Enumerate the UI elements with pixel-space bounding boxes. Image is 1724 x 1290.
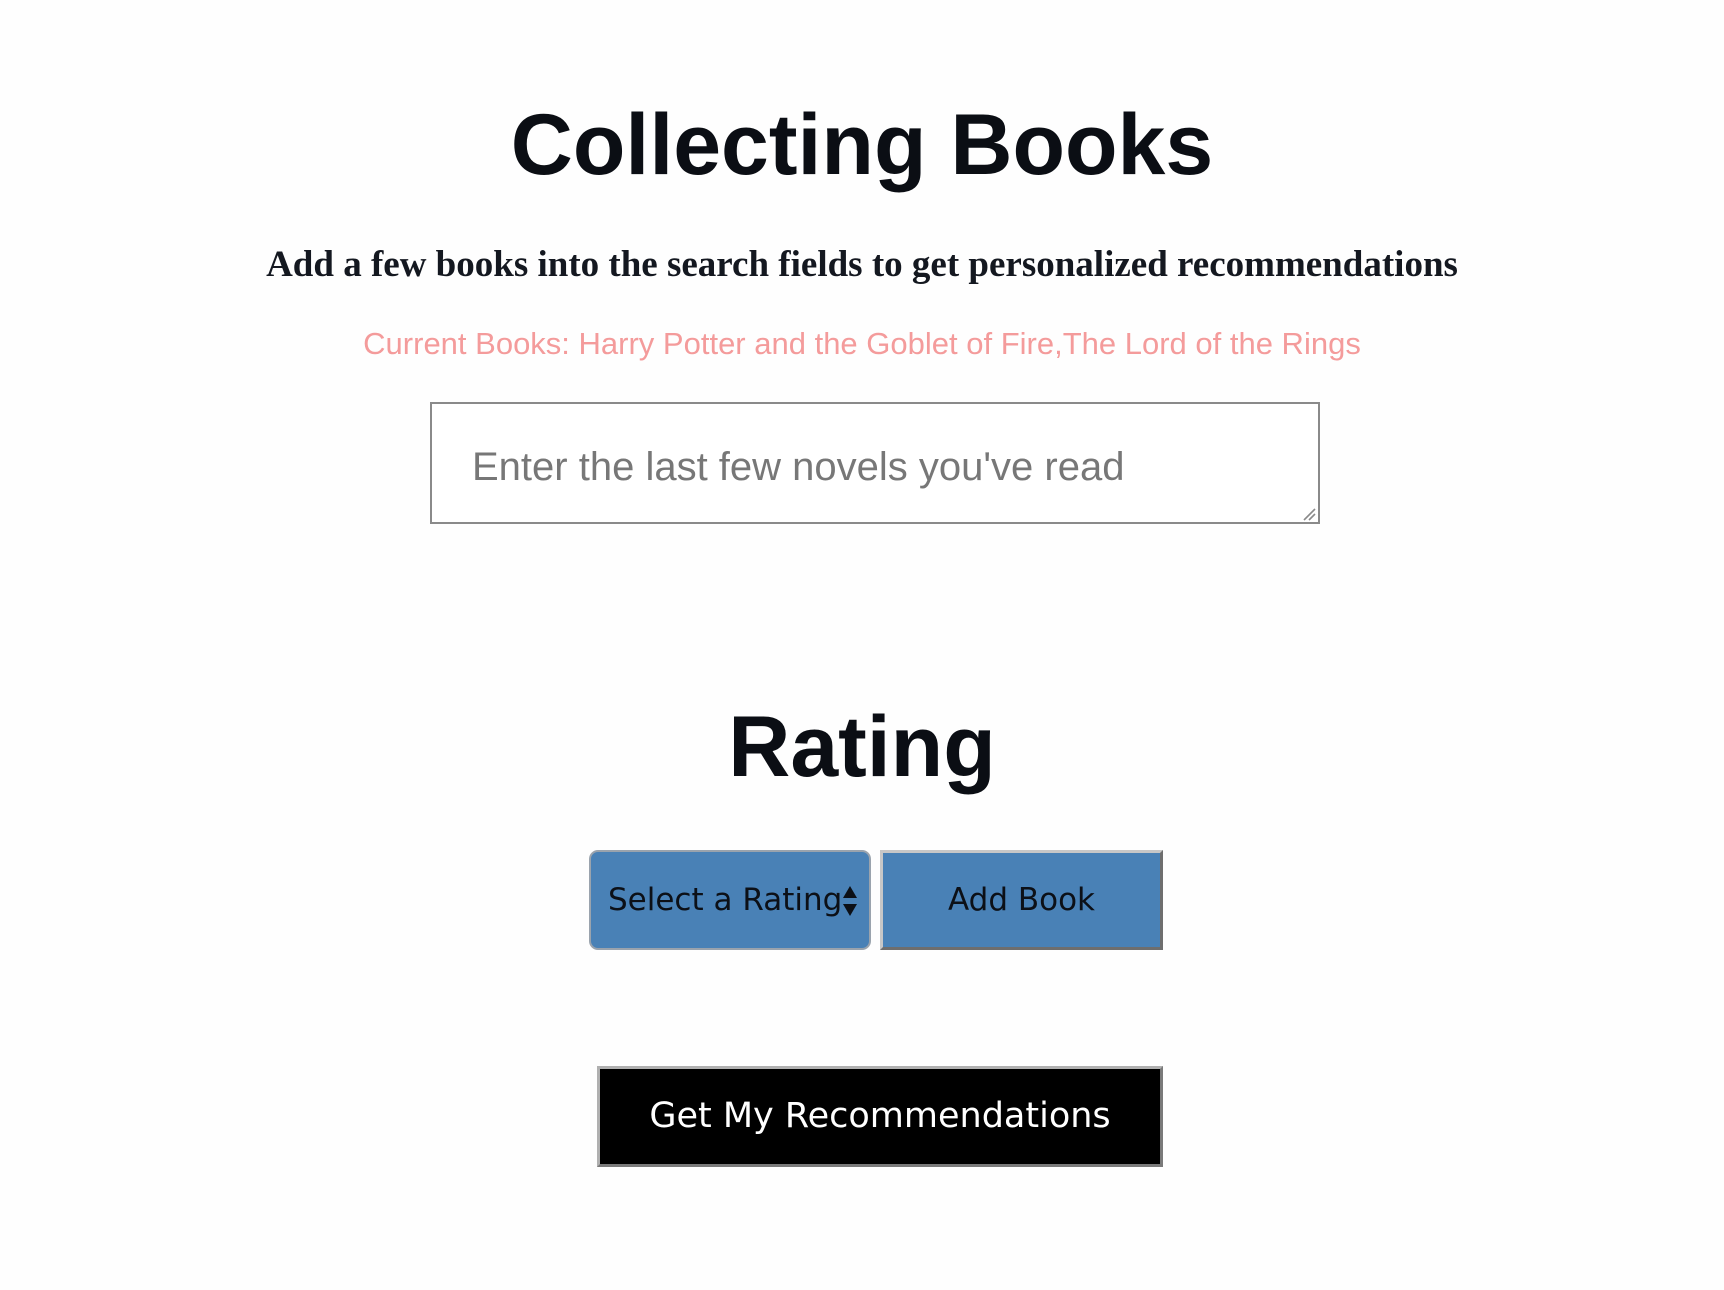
novels-input[interactable]	[430, 402, 1320, 524]
current-books-text: Current Books: Harry Potter and the Gobl…	[363, 326, 1361, 361]
get-recommendations-button[interactable]: Get My Recommendations	[597, 1066, 1163, 1167]
chevron-up-down-icon	[843, 886, 857, 916]
add-book-button[interactable]: Add Book	[880, 850, 1163, 950]
page-subtitle: Add a few books into the search fields t…	[266, 244, 1458, 285]
page-title: Collecting Books	[510, 97, 1214, 193]
rating-heading: Rating	[728, 699, 996, 795]
rating-select-value: Select a Rating	[608, 882, 843, 918]
resize-grip-icon[interactable]	[1302, 507, 1316, 521]
rating-select[interactable]: Select a Rating	[589, 850, 871, 950]
